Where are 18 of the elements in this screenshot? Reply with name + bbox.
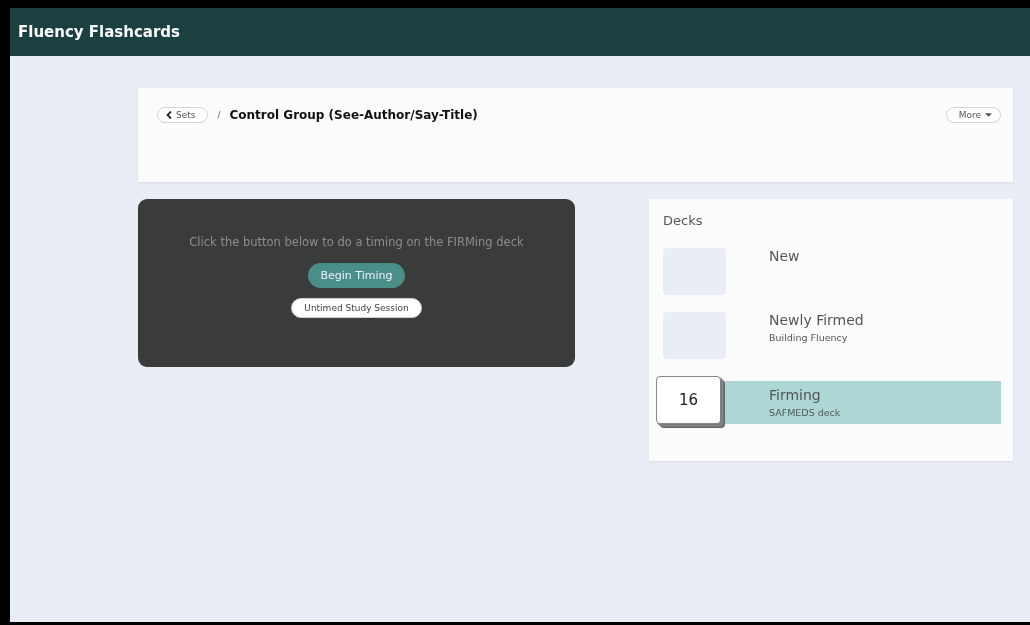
back-button[interactable]: Sets <box>157 107 209 123</box>
app-title: Fluency Flashcards <box>18 23 180 41</box>
deck-item[interactable]: 16 Firming SAFMEDS deck <box>656 376 1001 428</box>
breadcrumb-separator: / <box>217 110 221 120</box>
caret-icon <box>985 113 992 117</box>
deck-subtitle: SAFMEDS deck <box>769 406 841 418</box>
deck-item[interactable]: New <box>663 248 1001 295</box>
deck-name: Newly Firmed <box>769 312 864 328</box>
more-button[interactable]: More <box>945 107 1001 123</box>
deck-name: Firming <box>769 386 822 403</box>
deck-subtitle: Building Fluency <box>769 332 849 343</box>
untimed-session-button[interactable]: Untimed Study Session <box>291 298 422 318</box>
set-title: Control Group (See-Author/Say-Title) <box>229 108 478 122</box>
timing-message: Click the button below to do a timing on the FIRMing deck <box>189 235 524 249</box>
chevron-left-icon <box>166 111 172 119</box>
deck-item[interactable]: Newly Firmed Building Fluency <box>663 312 1001 359</box>
deck-name: New <box>769 248 800 264</box>
decks-heading: Decks <box>663 213 704 228</box>
